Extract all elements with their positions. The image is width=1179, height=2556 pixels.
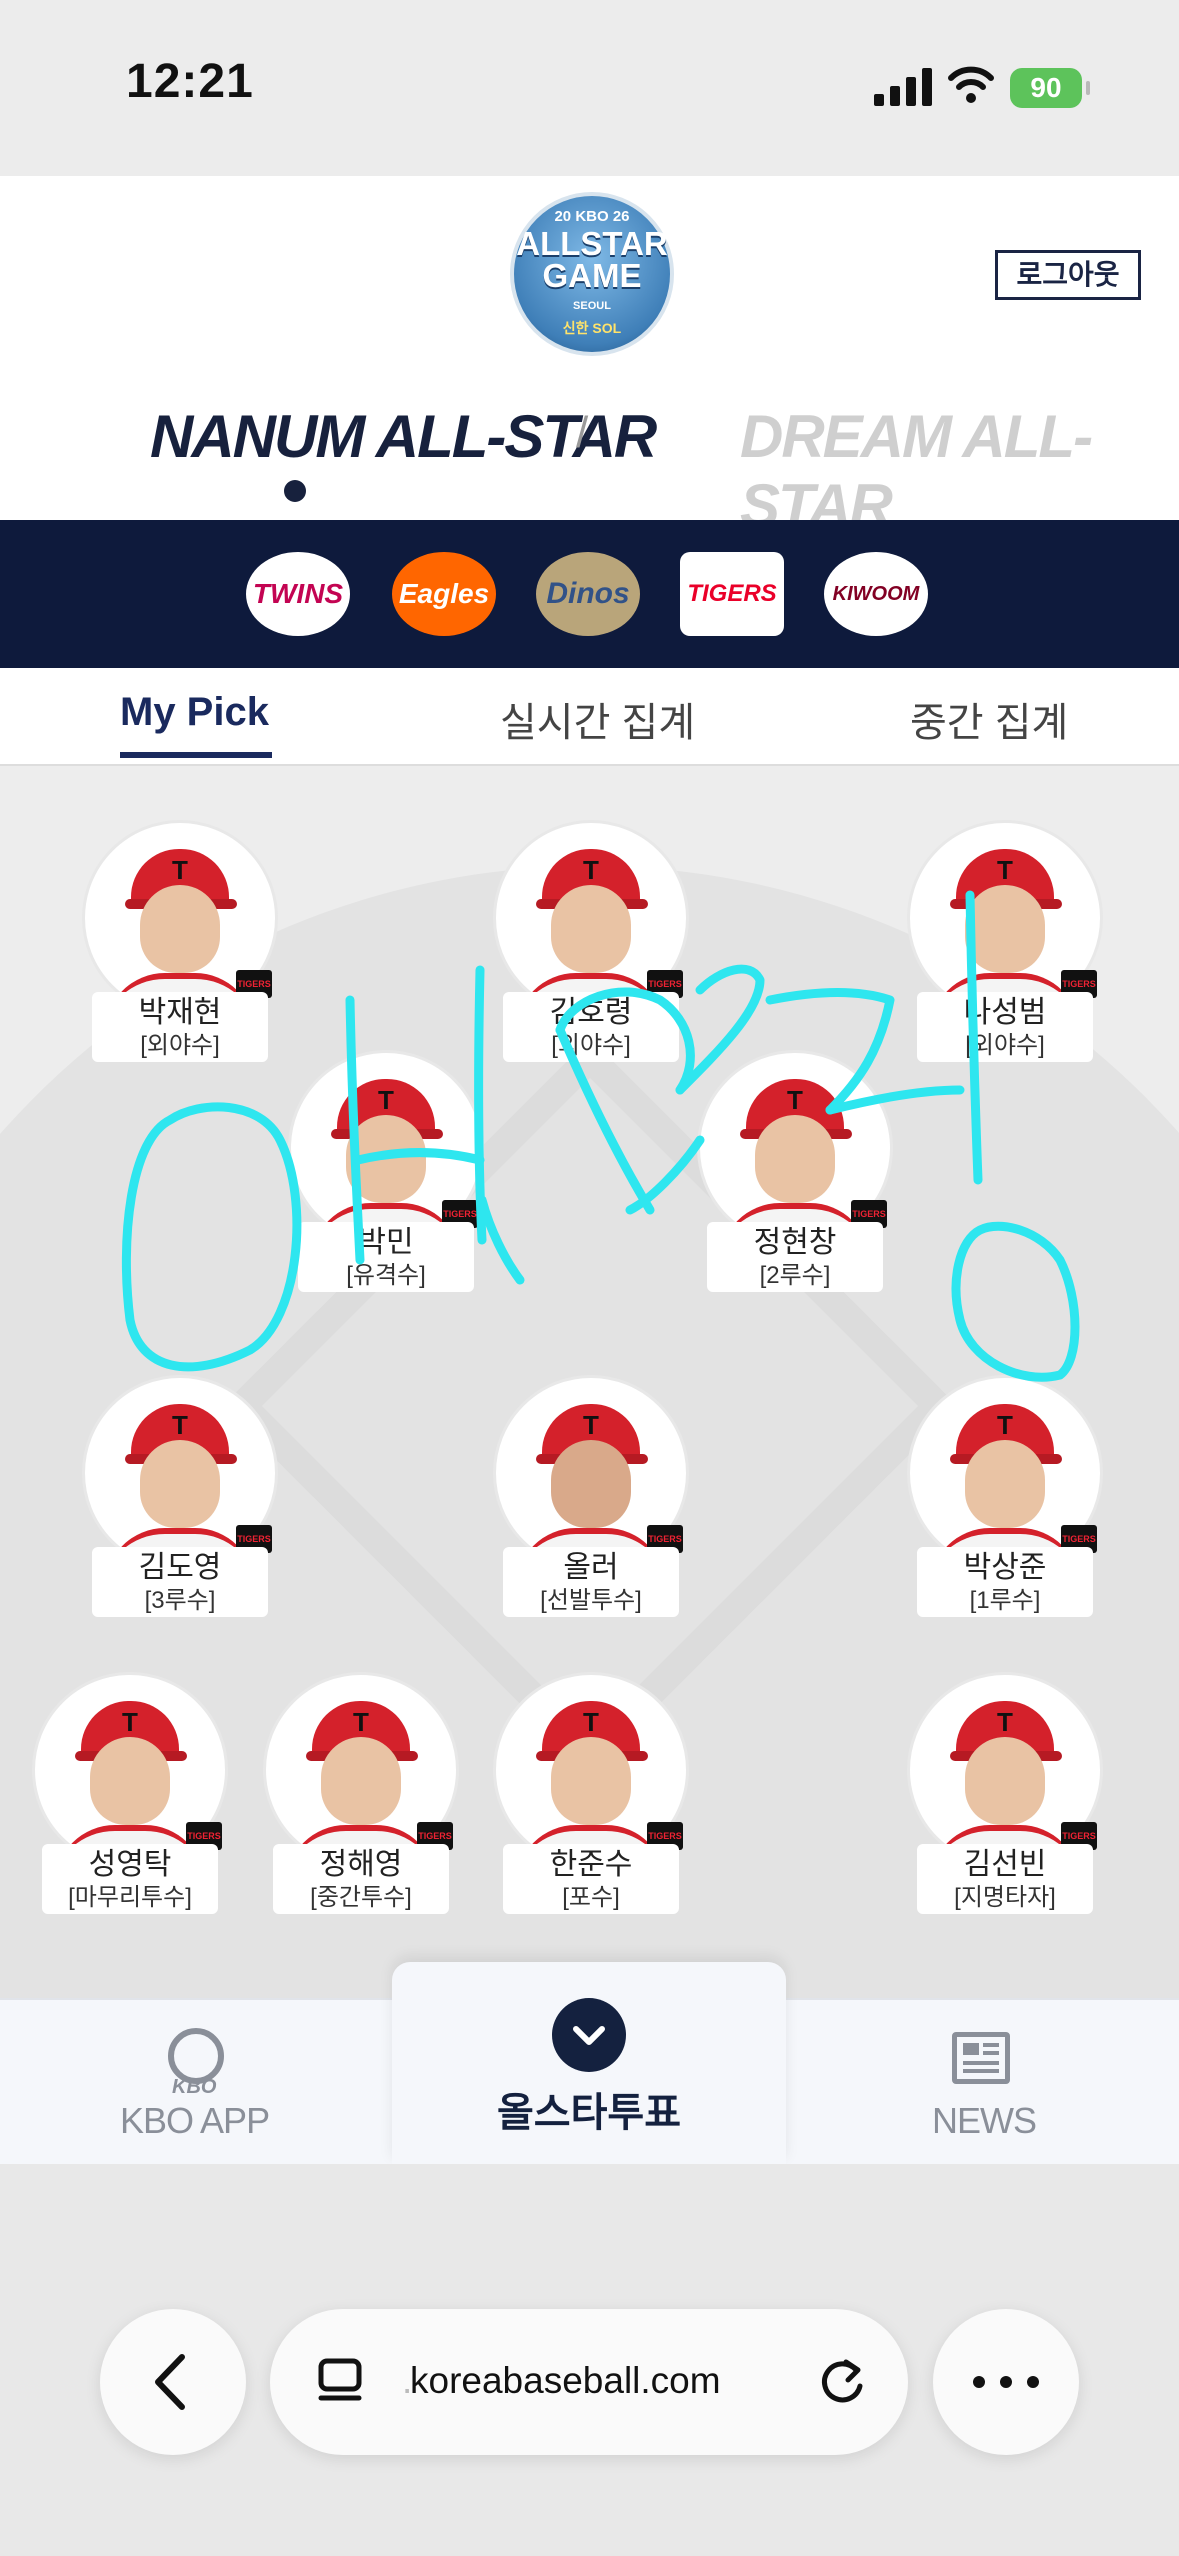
player-name: 성영탁 [88,1848,172,1881]
vote-toggle-button[interactable] [552,1998,626,2072]
team-logo-dinos[interactable]: Dinos [536,552,640,636]
player-name: 박민 [358,1226,414,1259]
allstar-vote-label: 올스타투표 [497,2091,681,2135]
team-logo-eagles[interactable]: Eagles [392,552,496,636]
newspaper-icon [952,2032,1010,2084]
player-position: [외야수] [551,1032,631,1059]
reload-icon[interactable] [816,2356,868,2408]
battery-indicator: 90 [1010,68,1090,108]
player-name: 정해영 [319,1848,403,1881]
emblem-year: 20 KBO 26 [554,208,630,225]
player-position: [1루수] [969,1587,1041,1614]
player-position: [지명타자] [954,1884,1056,1911]
emblem-title: ALLSTAR GAME [516,225,668,294]
back-button[interactable] [100,2309,246,2455]
player-position: [3루수] [144,1587,216,1614]
wifi-icon [948,66,994,103]
tab-interim-tally[interactable]: 중간 집계 [910,690,1068,748]
player-name: 올러 [563,1551,619,1584]
player-position: [외야수] [965,1032,1045,1059]
player-name: 박상준 [963,1551,1047,1584]
selected-league-dot [284,480,306,502]
player-name: 김선빈 [963,1848,1047,1881]
allstar-game-emblem: 20 KBO 26 ALLSTAR GAME SEOUL 신한 SOL [510,192,674,356]
player-name: 김도영 [138,1551,222,1584]
chevron-down-icon [573,2026,605,2045]
player-name: 한준수 [549,1848,633,1881]
url-text: koreabaseball.com [410,2360,721,2401]
player-position: [유격수] [346,1262,426,1289]
emblem-sponsor: 신한 SOL [562,320,622,336]
status-time: 12:21 [126,55,254,108]
more-dots-icon [973,2376,1039,2388]
player-position: [포수] [562,1884,620,1911]
tab-overview-icon[interactable] [318,2358,362,2406]
kbo-app-button[interactable]: KBO APP [120,2100,270,2142]
emblem-city: SEOUL [573,300,611,312]
team-logo-tigers[interactable]: TIGERS [680,552,784,636]
tab-my-pick[interactable]: My Pick [120,690,269,735]
league-separator: / [576,408,589,457]
player-position: [선발투수] [540,1587,642,1614]
kbo-app-icon-text: KBO [172,2076,217,2098]
player-name: 나성범 [963,996,1047,1029]
player-name: 김호령 [549,996,633,1029]
player-position: [마무리투수] [68,1884,192,1911]
player-name: 박재현 [138,996,222,1029]
cellular-signal-icon [874,68,932,106]
team-logo-kiwoom[interactable]: KIWOOM [824,552,928,636]
active-tab-underline [120,752,272,758]
player-position: [외야수] [140,1032,220,1059]
team-logo-twins[interactable]: TWINS [246,552,350,636]
chevron-left-icon [155,2354,185,2410]
tab-realtime-tally[interactable]: 실시간 집계 [500,690,695,748]
player-position: [중간투수] [310,1884,412,1911]
news-button[interactable]: NEWS [932,2100,1037,2142]
logout-button[interactable]: 로그아웃 [995,250,1141,300]
player-name: 정현창 [753,1226,837,1259]
more-options-button[interactable] [933,2309,1079,2455]
player-position: [2루수] [759,1262,831,1289]
